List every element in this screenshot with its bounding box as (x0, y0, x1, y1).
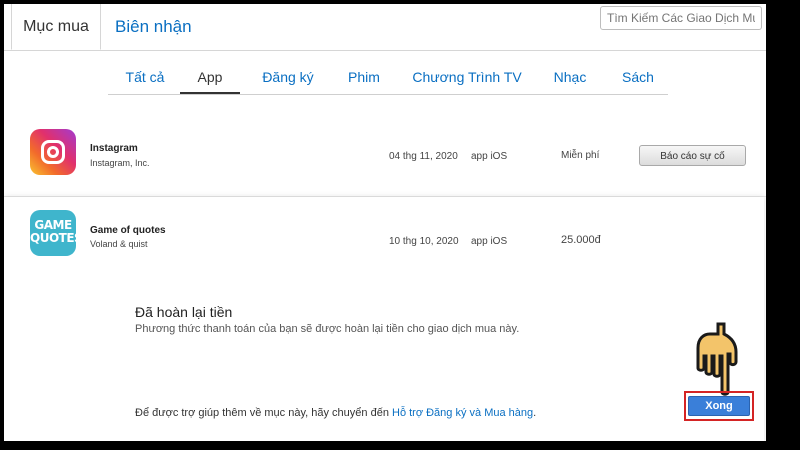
support-link[interactable]: Hỗ trợ Đăng ký và Mua hàng (392, 407, 533, 419)
refund-card: GAME QUOTES Game of quotes Voland & quis… (4, 197, 764, 441)
refund-title: Đã hoàn lại tiền (135, 304, 233, 320)
category-subscriptions[interactable]: Đăng ký (260, 66, 316, 94)
app-developer: Instagram, Inc. (90, 158, 150, 168)
refund-description: Phương thức thanh toán của bạn sẽ được h… (135, 323, 520, 335)
help-prefix: Để được trợ giúp thêm về mục này, hãy ch… (135, 407, 389, 419)
category-all[interactable]: Tất cả (125, 66, 165, 94)
pointing-hand-icon (696, 322, 738, 396)
purchase-type: app iOS (471, 151, 508, 162)
tab-purchases[interactable]: Mục mua (11, 4, 101, 50)
app-developer: Voland & quist (90, 239, 148, 249)
category-music[interactable]: Nhạc (550, 66, 590, 94)
purchase-date: 10 thg 10, 2020 (389, 236, 459, 247)
game-of-quotes-icon: GAME QUOTES (30, 210, 83, 256)
help-text: Để được trợ giúp thêm về mục này, hãy ch… (135, 407, 536, 419)
category-app[interactable]: App (180, 66, 240, 94)
app-name: Instagram (90, 143, 138, 154)
help-suffix: . (533, 407, 537, 419)
category-movies[interactable]: Phim (346, 66, 382, 94)
purchase-price: 25.000đ (561, 234, 601, 246)
category-books[interactable]: Sách (618, 66, 658, 94)
purchase-date: 04 thg 11, 2020 (389, 151, 458, 162)
done-button-highlight: Xong (684, 391, 754, 421)
search-input[interactable] (600, 6, 762, 30)
report-problem-button[interactable]: Báo cáo sự cố (639, 145, 746, 166)
instagram-icon (30, 129, 76, 175)
purchase-price: Miễn phí (561, 150, 600, 161)
purchase-history-window: Mục mua Biên nhận Tất cả App Đăng ký Phi… (4, 4, 766, 441)
top-tab-bar: Mục mua Biên nhận (4, 4, 766, 51)
category-nav: Tất cả App Đăng ký Phim Chương Trình TV … (108, 66, 668, 95)
purchase-row-instagram: Instagram Instagram, Inc. 04 thg 11, 202… (4, 112, 766, 197)
category-tv-shows[interactable]: Chương Trình TV (412, 66, 522, 94)
app-name: Game of quotes (90, 225, 166, 236)
purchase-type: app iOS (471, 236, 508, 247)
done-button[interactable]: Xong (688, 396, 750, 416)
tab-receipts[interactable]: Biên nhận (115, 4, 192, 50)
